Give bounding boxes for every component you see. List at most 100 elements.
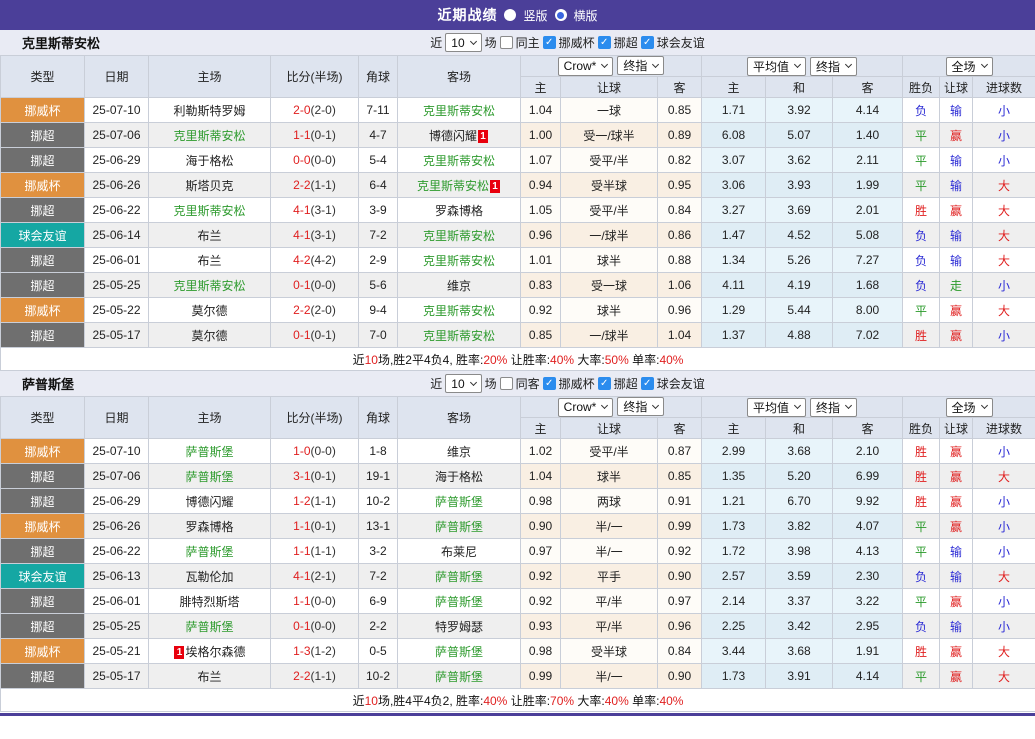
scope-select[interactable]: 全场 [945,56,993,76]
eu-home-odds: 2.14 [701,588,767,614]
result-wdl: 平 [902,663,941,689]
eu-away-odds: 2.01 [832,197,904,223]
radio-horizontal-layout[interactable] [554,9,567,21]
score: 2-2(1-1) [270,663,359,689]
recent-count-select[interactable]: 10 [445,33,482,52]
result-goals: 小 [972,322,1035,348]
match-row: 挪超 25-06-29 海于格松 0-0(0-0) 5-4 克里斯蒂安松 1.07 受平/半 0… [0,147,1035,173]
ah-away-odds: 1.04 [656,322,703,348]
final-odds-select[interactable]: 终指 [617,397,665,417]
result-handicap: 赢 [939,197,974,223]
result-wdl: 负 [902,613,941,639]
league-cup-label[interactable]: 挪威杯 [559,375,595,392]
corner-count: 9-4 [358,297,398,323]
corner-count: 10-2 [358,488,398,514]
final-odds-select-2[interactable]: 终指 [810,56,858,76]
recent-count-select[interactable]: 10 [445,374,482,393]
match-date: 25-06-29 [84,488,149,514]
red-card-badge: 1 [490,179,500,193]
eu-draw-odds: 3.42 [765,613,834,639]
ah-away-odds: 0.91 [656,488,703,514]
bookmaker-select[interactable]: Crow* [557,397,614,417]
same-away-label[interactable]: 同客 [516,375,540,392]
corner-count: 5-6 [358,272,398,298]
result-handicap: 输 [939,563,974,589]
result-goals: 大 [972,463,1035,489]
summary-segment: 10 [364,352,378,367]
away-team: 博德闪耀 1 [397,122,521,148]
league-top-checkbox[interactable]: ✓ [597,36,611,49]
eu-home-odds: 6.08 [701,122,767,148]
eu-home-odds: 1.73 [701,663,767,689]
chevron-down-icon [652,401,660,409]
league-top-label[interactable]: 挪超 [614,34,638,51]
result-handicap: 赢 [939,122,974,148]
result-goals: 大 [972,297,1035,323]
radio-vertical-label[interactable]: 竖版 [523,7,547,24]
match-row: 挪超 25-05-17 布兰 2-2(1-1) 10-2 萨普斯堡 0.99 半/一 0.90 1… [0,663,1035,689]
chevron-down-icon [652,60,660,68]
final-odds-select-2[interactable]: 终指 [810,397,858,417]
result-handicap: 赢 [939,463,974,489]
league-friendly-checkbox[interactable]: ✓ [640,36,654,49]
same-away-checkbox[interactable] [499,377,513,390]
same-home-checkbox[interactable] [499,36,513,49]
result-goals: 小 [972,488,1035,514]
league-friendly-label[interactable]: 球会友谊 [657,34,705,51]
competition-badge: 挪超 [0,463,85,489]
sub-header: 主 [520,417,561,439]
corner-count: 13-1 [358,513,398,539]
average-odds-select[interactable]: 平均值 [747,56,807,76]
average-odds-select[interactable]: 平均值 [747,397,807,417]
radio-vertical-layout[interactable] [504,9,517,21]
home-team: 博德闪耀 [148,488,271,514]
league-friendly-label[interactable]: 球会友谊 [657,375,705,392]
league-top-label[interactable]: 挪超 [614,375,638,392]
radio-horizontal-label[interactable]: 横版 [574,7,598,24]
score: 1-1(0-1) [270,513,359,539]
match-row: 挪超 25-05-17 莫尔德 0-1(0-1) 7-0 克里斯蒂安松 0.85 一/球半 1.… [0,322,1035,348]
result-handicap: 输 [939,172,974,198]
eu-draw-odds: 6.70 [765,488,834,514]
eu-draw-odds: 4.19 [765,272,834,298]
competition-badge: 球会友谊 [0,222,85,248]
scope-select[interactable]: 全场 [945,397,993,417]
handicap-line: 球半 [560,463,658,489]
col-header-home: 主场 [148,396,271,439]
eu-draw-odds: 3.62 [765,147,834,173]
bookmaker-select[interactable]: Crow* [557,56,614,76]
away-team: 布莱尼 [397,538,521,564]
score: 1-0(0-0) [270,438,359,464]
eu-draw-odds: 4.88 [765,322,834,348]
home-team: 利勒斯特罗姆 [148,97,271,123]
summary-row: 近10场,胜2平4负4, 胜率:20% 让胜率:40% 大率:50% 单率:40… [0,347,1035,371]
eu-home-odds: 1.71 [701,97,767,123]
eu-home-odds: 1.73 [701,513,767,539]
eu-away-odds: 9.92 [832,488,904,514]
score: 0-1(0-0) [270,613,359,639]
score: 4-2(4-2) [270,247,359,273]
away-team: 萨普斯堡 [397,563,521,589]
result-goals: 小 [972,147,1035,173]
league-cup-label[interactable]: 挪威杯 [559,34,595,51]
match-date: 25-06-22 [84,538,149,564]
league-cup-checkbox[interactable]: ✓ [542,377,556,390]
score: 1-2(1-1) [270,488,359,514]
score: 1-1(0-0) [270,588,359,614]
ah-home-odds: 0.92 [520,563,561,589]
competition-badge: 挪超 [0,147,85,173]
sub-header: 让球 [560,76,658,98]
col-header-corner: 角球 [358,396,398,439]
eu-home-odds: 1.72 [701,538,767,564]
league-cup-checkbox[interactable]: ✓ [542,36,556,49]
competition-badge: 挪超 [0,247,85,273]
corner-count: 3-2 [358,538,398,564]
result-wdl: 平 [902,513,941,539]
ah-away-odds: 0.87 [656,438,703,464]
league-friendly-checkbox[interactable]: ✓ [640,377,654,390]
result-wdl: 平 [902,147,941,173]
chevron-down-icon [793,401,802,410]
same-home-label[interactable]: 同主 [516,34,540,51]
league-top-checkbox[interactable]: ✓ [597,377,611,390]
final-odds-select[interactable]: 终指 [617,56,665,76]
